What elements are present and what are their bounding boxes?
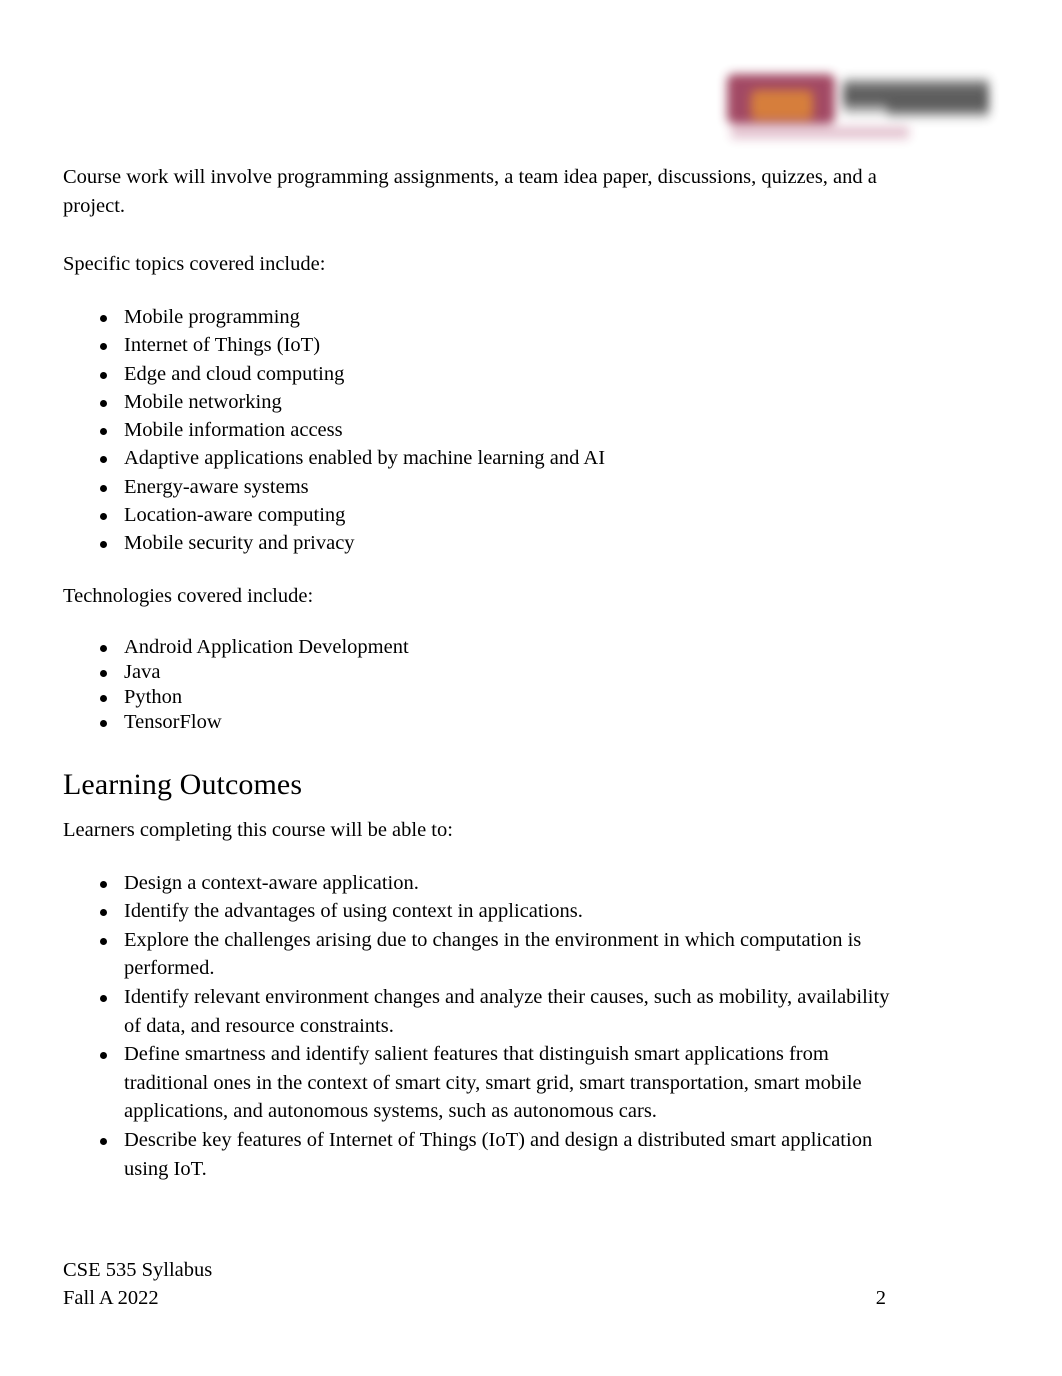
document-page: Course work will involve programming ass… xyxy=(0,0,1062,1376)
learning-outcomes-list: Design a context-aware application. Iden… xyxy=(63,869,908,1184)
list-item: Energy-aware systems xyxy=(63,473,908,501)
list-item: Mobile security and privacy xyxy=(63,529,908,557)
footer-page-number: 2 xyxy=(875,1287,886,1309)
logo-mark-icon xyxy=(727,74,835,124)
list-item: Android Application Development xyxy=(63,635,908,660)
footer-course-title: CSE 535 Syllabus xyxy=(63,1259,213,1281)
page-content: Course work will involve programming ass… xyxy=(63,163,908,1183)
list-item: Mobile information access xyxy=(63,416,908,444)
list-item: Design a context-aware application. xyxy=(63,869,908,898)
list-item: Explore the challenges arising due to ch… xyxy=(63,926,908,983)
logo-wordmark-secondary-text xyxy=(887,98,989,120)
topics-lead-in: Specific topics covered include: xyxy=(63,253,326,275)
learning-outcomes-heading: Learning Outcomes xyxy=(63,767,303,801)
learning-outcomes-lead-in: Learners completing this course will be … xyxy=(63,818,453,841)
list-item: Java xyxy=(63,660,908,685)
intro-paragraph: Course work will involve programming ass… xyxy=(63,166,877,217)
logo-mark-inner-icon xyxy=(751,90,813,120)
list-item: Identify the advantages of using context… xyxy=(63,897,908,926)
list-item: Adaptive applications enabled by machine… xyxy=(63,444,908,472)
footer-row-title: CSE 535 Syllabus xyxy=(63,1256,908,1284)
list-item: Mobile programming xyxy=(63,303,908,331)
list-item: Internet of Things (IoT) xyxy=(63,331,908,359)
asu-engineering-logo xyxy=(727,68,989,148)
technologies-list: Android Application Development Java Pyt… xyxy=(63,635,908,735)
technologies-lead-in: Technologies covered include: xyxy=(63,584,314,607)
list-item: TensorFlow xyxy=(63,710,908,735)
topics-list: Mobile programming Internet of Things (I… xyxy=(63,303,908,558)
list-item: Location-aware computing xyxy=(63,501,908,529)
list-item: Define smartness and identify salient fe… xyxy=(63,1040,908,1126)
list-item: Describe key features of Internet of Thi… xyxy=(63,1126,908,1183)
logo-tagline-bar xyxy=(731,126,909,139)
list-item: Python xyxy=(63,685,908,710)
page-footer: CSE 535 Syllabus Fall A 2022 2 xyxy=(63,1256,908,1312)
list-item: Edge and cloud computing xyxy=(63,360,908,388)
list-item: Identify relevant environment changes an… xyxy=(63,983,908,1040)
list-item: Mobile networking xyxy=(63,388,908,416)
footer-term: Fall A 2022 xyxy=(63,1287,159,1309)
footer-row-term: Fall A 2022 2 xyxy=(63,1284,908,1312)
